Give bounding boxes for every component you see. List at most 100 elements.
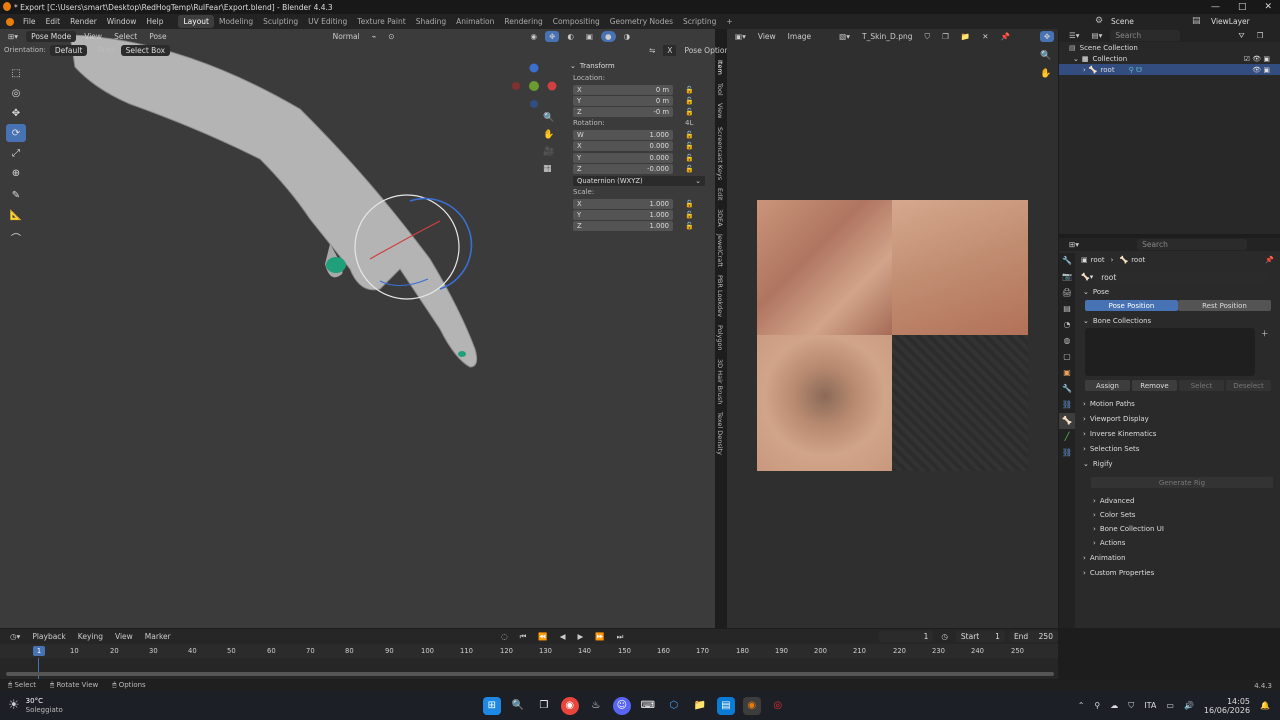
bone-collections-section-header[interactable]: ⌄ Bone Collections	[1059, 314, 1280, 328]
timeline-menu-view[interactable]: View	[111, 631, 137, 642]
viewlayer-name[interactable]: ViewLayer	[1211, 17, 1250, 26]
transform-section-header[interactable]: ⌄ Transform	[570, 59, 710, 73]
lock-icon[interactable]: 🔓	[685, 108, 694, 116]
world-tab-icon[interactable]: ◍	[1059, 333, 1075, 349]
steam-icon[interactable]: ♨	[587, 697, 605, 715]
scale-z-field[interactable]: Z 1.000	[573, 221, 673, 232]
menu-window[interactable]: Window	[102, 17, 142, 26]
viewport-menu-select[interactable]: Select	[110, 31, 141, 42]
workspace-tab-animation[interactable]: Animation	[451, 15, 499, 28]
deselect-button[interactable]: Deselect	[1226, 380, 1271, 391]
nav-gizmo-neg-x[interactable]	[512, 82, 520, 90]
menu-help[interactable]: Help	[141, 17, 168, 26]
nav-gizmo-z[interactable]	[529, 63, 539, 73]
rigify-bone-collection-ui-subsection[interactable]: › Bone Collection UI	[1059, 522, 1280, 536]
gizmo-toggle-icon[interactable]: ✥	[545, 31, 560, 42]
outliner-collection[interactable]: ⌄ ▦ Collection ☑ 👁 ▣	[1059, 53, 1280, 64]
lock-icon[interactable]: 🔓	[685, 131, 694, 139]
npanel-tab-texel-density[interactable]: Texel Density	[716, 412, 724, 455]
image-name-field[interactable]: T_Skin_D.png	[858, 31, 916, 42]
armature-data-icon[interactable]: 🦴▾	[1081, 273, 1093, 281]
start-frame-field[interactable]: Start 1	[955, 631, 1005, 642]
image-pan-icon[interactable]: ✋	[1040, 69, 1051, 79]
playhead[interactable]: 1	[33, 646, 45, 656]
measure-tool-icon[interactable]: 📐	[6, 206, 26, 224]
mode-dropdown[interactable]: Pose Mode	[26, 31, 77, 42]
windows-start-icon[interactable]: ⊞	[482, 696, 501, 715]
rotate-tool-icon[interactable]: ⟳	[6, 124, 26, 142]
end-frame-field[interactable]: End 250	[1008, 631, 1058, 642]
mirror-x-toggle[interactable]: X	[663, 45, 677, 56]
properties-type-icon[interactable]: ⊞▾	[1065, 239, 1083, 250]
image-browse-icon[interactable]: ▧▾	[835, 31, 854, 42]
scale-tool-icon[interactable]: ⤢	[6, 144, 26, 162]
object-tab-icon[interactable]: ▣	[1059, 365, 1075, 381]
workspace-tab-rendering[interactable]: Rendering	[499, 15, 547, 28]
jump-end-icon[interactable]: ⏭	[613, 631, 628, 643]
camera-icon[interactable]: 🎥	[543, 147, 557, 164]
modifiers-tab-icon[interactable]: 🔧	[1059, 381, 1075, 397]
npanel-tab-polygon[interactable]: Polygon	[716, 325, 724, 351]
outliner-search-input[interactable]: Search	[1110, 30, 1181, 41]
timeline-ruler[interactable]: 1 10 20 30 40 50 60 70 80 90 100 110 120…	[0, 644, 1058, 658]
render-tab-icon[interactable]: 📷	[1059, 269, 1075, 285]
workspace-tab-sculpting[interactable]: Sculpting	[258, 15, 303, 28]
workspace-tab-layout[interactable]: Layout	[178, 15, 214, 28]
drag-dropdown[interactable]: Select Box	[120, 45, 171, 56]
mirror-icon[interactable]: ⇋	[645, 45, 659, 56]
npanel-tab-jewelcraft[interactable]: JewelCraft	[716, 234, 724, 267]
remove-button[interactable]: Remove	[1132, 380, 1177, 391]
overlay-icon[interactable]: ◐	[563, 31, 578, 42]
location-z-field[interactable]: Z -0 m	[573, 107, 673, 118]
workspace-tab-shading[interactable]: Shading	[411, 15, 451, 28]
armature-data-tab-icon[interactable]: 🦴	[1059, 413, 1075, 429]
bone-collection-add-button[interactable]: ＋	[1261, 328, 1269, 339]
pan-hand-icon[interactable]: ✋	[543, 130, 557, 147]
workspace-tab-compositing[interactable]: Compositing	[548, 15, 605, 28]
outliner-scene-collection[interactable]: ▤ Scene Collection	[1059, 42, 1280, 53]
image-fake-user-icon[interactable]: ⛉	[921, 31, 935, 43]
image-menu-image[interactable]: Image	[784, 31, 816, 42]
npanel-tab-tool[interactable]: Tool	[716, 83, 724, 96]
outliner-type-icon[interactable]: ☰▾	[1065, 30, 1084, 41]
rigify-actions-subsection[interactable]: › Actions	[1059, 536, 1280, 550]
editor-type-icon[interactable]: ⊞▾	[4, 31, 22, 42]
menu-edit[interactable]: Edit	[41, 17, 66, 26]
tray-network-icon[interactable]: ▭	[1166, 701, 1174, 710]
zoom-icon[interactable]: 🔍	[543, 113, 557, 130]
bone-tool-icon[interactable]: ⌒	[6, 228, 26, 246]
tray-input-language[interactable]: ITA	[1144, 701, 1156, 710]
transform-tool-icon[interactable]: ⊕	[6, 164, 26, 182]
lock-icon[interactable]: 🔓	[685, 211, 694, 219]
terminal-icon[interactable]: ⌨	[639, 697, 657, 715]
rigify-color-sets-subsection[interactable]: › Color Sets	[1059, 508, 1280, 522]
snap-icon[interactable]: ⊙	[384, 31, 398, 42]
npanel-tab-view[interactable]: View	[716, 103, 724, 118]
workspace-tab-scripting[interactable]: Scripting	[678, 15, 721, 28]
image-zoom-icon[interactable]: 🔍	[1040, 51, 1051, 61]
prev-keyframe-icon[interactable]: ⏪	[534, 631, 551, 642]
bone-tab-icon[interactable]: ╱	[1059, 429, 1075, 445]
nav-gizmo-y[interactable]	[529, 81, 539, 91]
timeline-menu-marker[interactable]: Marker	[141, 631, 175, 642]
auto-keying-icon[interactable]: ◌	[497, 631, 512, 642]
xray-icon[interactable]: ▣	[582, 31, 597, 42]
workspace-tab-modeling[interactable]: Modeling	[214, 15, 258, 28]
rotation-z-field[interactable]: Z -0.000	[573, 164, 673, 175]
next-keyframe-icon[interactable]: ⏩	[591, 631, 608, 642]
outliner-filter-icon[interactable]: ⛛	[1234, 30, 1248, 42]
blender-taskbar-icon[interactable]: ◉	[742, 696, 761, 715]
image-pin-icon[interactable]: 📌	[997, 31, 1014, 42]
image-open-icon[interactable]: 📁	[957, 31, 974, 42]
scale-y-field[interactable]: Y 1.000	[573, 210, 673, 221]
view-layer-tab-icon[interactable]: ▤	[1059, 301, 1075, 317]
menu-file[interactable]: File	[18, 17, 41, 26]
image-unlink-icon[interactable]: ✕	[978, 31, 992, 42]
image-gizmo-icon[interactable]: ✥	[1039, 31, 1055, 42]
app-cube-icon[interactable]: ⬡	[665, 697, 683, 715]
file-explorer-icon[interactable]: 📁	[691, 697, 709, 715]
transform-orientation-dropdown[interactable]: Normal	[329, 31, 364, 42]
motion-paths-section[interactable]: › Motion Paths	[1059, 396, 1280, 411]
tray-app-icon[interactable]: ⚲	[1094, 701, 1100, 710]
task-view-icon[interactable]: ❐	[535, 697, 553, 715]
